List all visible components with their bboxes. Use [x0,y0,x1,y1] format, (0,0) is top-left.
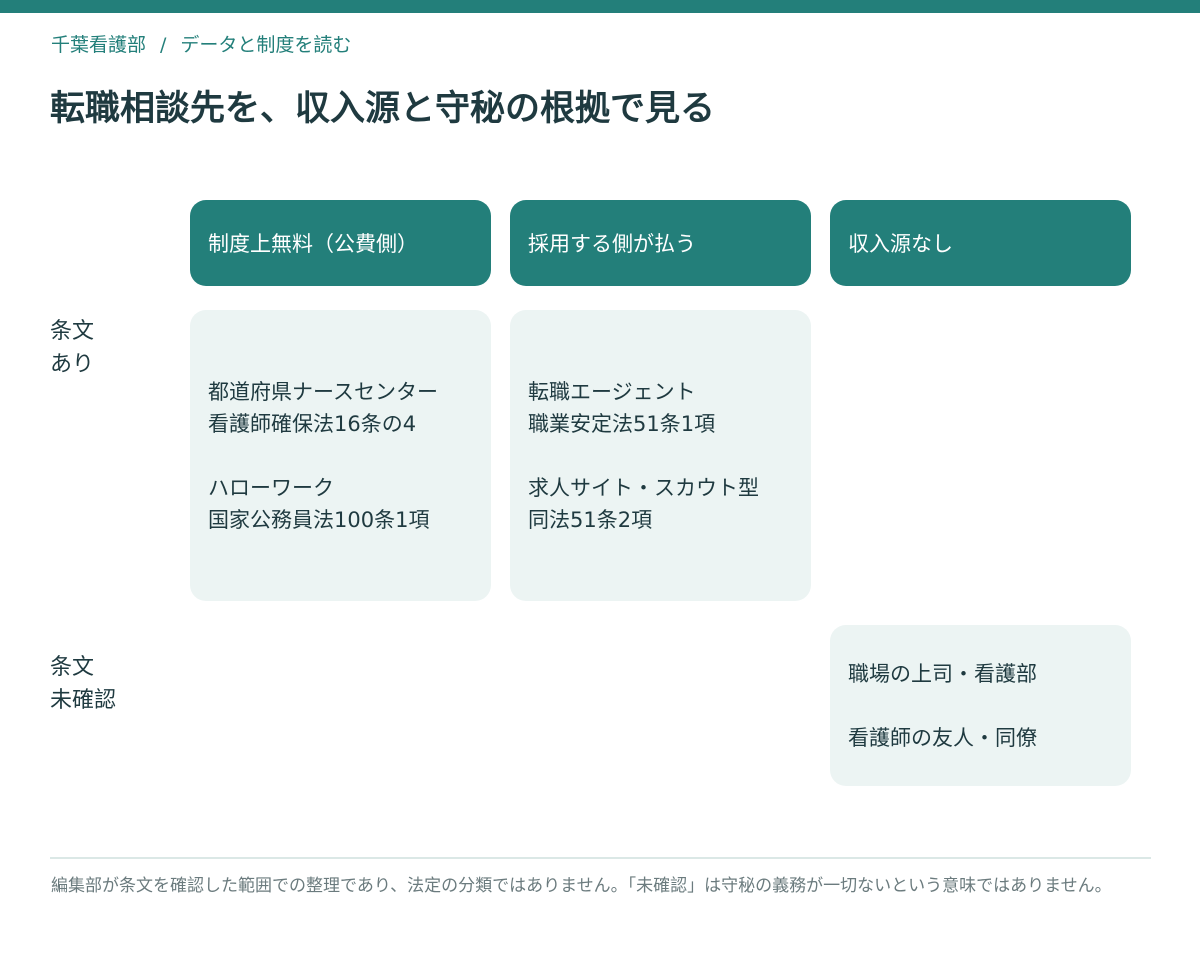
entry-name: 求人サイト・スカウト型 [528,475,759,500]
consultation-entry: 看護師の友人・同僚 [848,722,1131,754]
page-title: 転職相談先を、収入源と守秘の根拠で見る [50,89,716,129]
consultation-entry: ハローワーク 国家公務員法100条1項 [208,472,491,536]
breadcrumb-current-link[interactable]: データと制度を読む [180,34,351,56]
row-label-unverified: 条文 未確認 [50,655,117,713]
entry-legal-basis: 国家公務員法100条1項 [208,507,430,532]
consultation-entry: 職場の上司・看護部 [848,658,1131,690]
column-header-label: 収入源なし [848,232,953,256]
column-header-label: 採用する側が払う [528,232,696,256]
entry-name: 転職エージェント [528,379,696,404]
entry-legal-basis: 看護師確保法16条の4 [208,411,417,436]
entry-name: 都道府県ナースセンター [208,379,438,404]
column-header-public-free: 制度上無料（公費側） [190,200,491,286]
column-header-no-income: 収入源なし [830,200,1131,286]
consultation-entry: 求人サイト・スカウト型 同法51条2項 [528,472,811,536]
consultation-entry: 都道府県ナースセンター 看護師確保法16条の4 [208,376,491,440]
cell-unverified-none: 職場の上司・看護部 看護師の友人・同僚 [830,625,1131,786]
entry-name: 職場の上司・看護部 [848,661,1037,686]
entry-legal-basis: 職業安定法51条1項 [528,411,716,436]
entry-name: 看護師の友人・同僚 [848,725,1037,750]
footnote: 編集部が条文を確認した範囲での整理であり、法定の分類ではありません。「未確認」は… [51,876,1112,896]
breadcrumb-section-link[interactable]: 千葉看護部 [51,34,146,56]
breadcrumb: 千葉看護部 / データと制度を読む [51,31,351,59]
consultation-entry: 転職エージェント 職業安定法51条1項 [528,376,811,440]
entry-legal-basis: 同法51条2項 [528,507,653,532]
entry-name: ハローワーク [208,475,334,500]
footnote-divider [50,857,1151,859]
cell-statute-employer: 転職エージェント 職業安定法51条1項 求人サイト・スカウト型 同法51条2項 [510,310,811,601]
column-header-label: 制度上無料（公費側） [208,232,418,256]
breadcrumb-separator: / [160,34,167,56]
top-accent-bar [0,0,1200,13]
column-header-employer-pays: 採用する側が払う [510,200,811,286]
row-label-statute: 条文 あり [50,319,95,377]
cell-statute-public: 都道府県ナースセンター 看護師確保法16条の4 ハローワーク 国家公務員法100… [190,310,491,601]
